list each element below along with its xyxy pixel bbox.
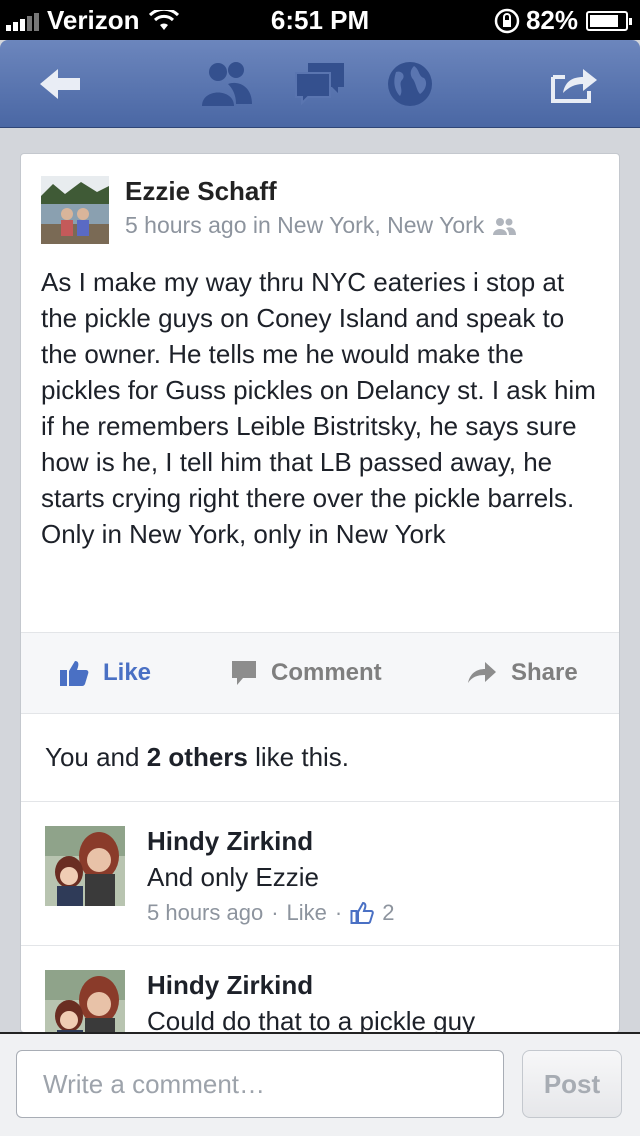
friends-icon [202,62,252,106]
post-button[interactable]: Post [522,1050,622,1118]
share-button[interactable]: Share [467,633,578,713]
likes-suffix: like this. [255,742,350,772]
back-arrow-icon [40,69,80,99]
comment-like-count: 2 [382,900,395,925]
post-card: Ezzie Schaff 5 hours ago in New York, Ne… [20,153,620,1034]
thumbs-up-icon [60,661,89,686]
post-author-name[interactable]: Ezzie Schaff [125,176,277,207]
comment-meta: 5 hours ago · Like · 2 [147,900,394,926]
post-actions-bar: Like Comment Share [21,632,619,714]
notifications-button[interactable] [380,58,440,110]
share-label: Share [511,659,578,686]
meta-separator: · [271,900,279,925]
comment-composer: Write a comment… Post [0,1032,640,1136]
comment-label: Comment [271,659,382,686]
battery-icon [586,10,632,31]
comment-input[interactable]: Write a comment… [16,1050,504,1118]
comment-like-link[interactable]: Like [287,900,327,926]
commenter-name[interactable]: Hindy Zirkind [147,826,313,857]
likes-prefix: You and [45,742,140,772]
comment-bubble-icon [232,661,256,685]
commenter-avatar[interactable] [45,970,125,1034]
meta-separator: · [334,900,343,925]
globe-icon [388,62,432,106]
comment-thumbs-up-icon [350,901,374,924]
comment-time: 5 hours ago [147,900,264,925]
audience-friends-icon [493,217,517,235]
share-arrow-icon [468,662,496,683]
friend-requests-button[interactable] [196,58,256,110]
comment-button[interactable]: Comment [231,633,382,713]
post-meta: 5 hours ago in New York, New York [125,212,517,239]
comment-text: Could do that to a pickle guy [147,1006,476,1034]
likes-others[interactable]: 2 others [147,742,248,772]
post-time-location[interactable]: 5 hours ago in New York, New York [125,212,484,239]
share-out-icon [551,69,597,103]
nav-bar [0,40,640,128]
commenter-avatar[interactable] [45,826,125,906]
messages-button[interactable] [290,58,350,110]
comment-item: Hindy Zirkind And only Ezzie 5 hours ago… [21,802,619,944]
comment-text: And only Ezzie [147,862,319,892]
messages-icon [295,63,344,106]
like-label: Like [103,659,152,686]
like-button[interactable]: Like [59,633,151,713]
likes-summary[interactable]: You and 2 others like this. [45,742,349,773]
rotation-lock-icon [494,8,520,33]
status-bar: Verizon 6:51 PM 82% [0,0,640,40]
commenter-name[interactable]: Hindy Zirkind [147,970,313,1001]
post-body: As I make my way thru NYC eateries i sto… [41,267,596,549]
author-avatar[interactable] [41,176,109,244]
comment-item: Hindy Zirkind Could do that to a pickle … [21,946,619,1034]
back-button[interactable] [30,58,90,110]
battery-percent: 82% [525,5,578,35]
share-out-button[interactable] [544,58,604,110]
